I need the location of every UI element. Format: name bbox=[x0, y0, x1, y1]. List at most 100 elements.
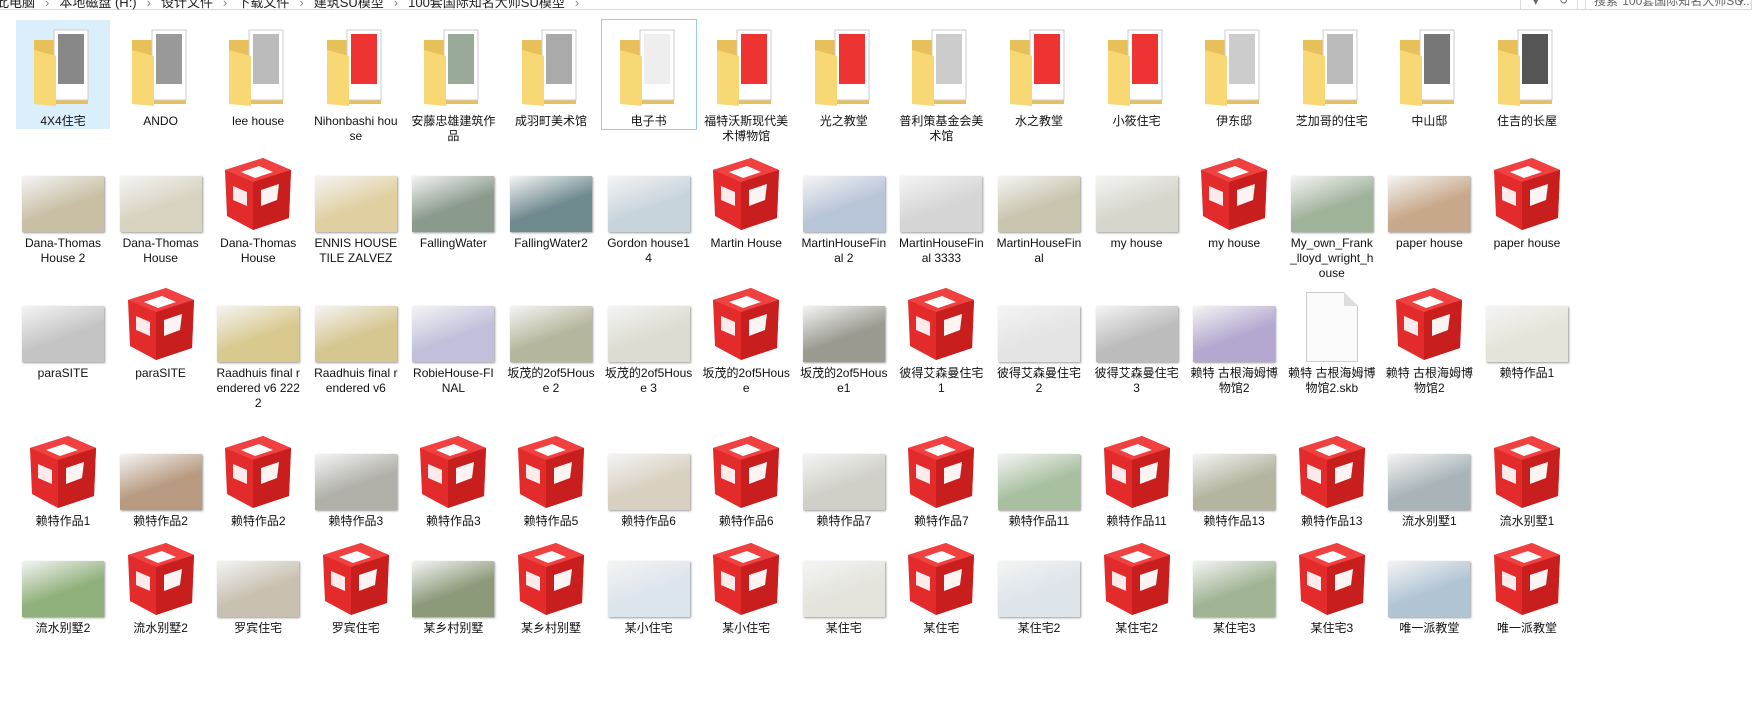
file-item[interactable]: 赖特作品1 bbox=[1480, 286, 1574, 381]
file-item[interactable]: 彼得艾森曼住宅2 bbox=[992, 286, 1086, 396]
file-item[interactable]: Gordon house14 bbox=[602, 166, 696, 266]
folder-item[interactable]: 安藤忠雄建筑作品 bbox=[406, 20, 500, 144]
sketchup-file-icon bbox=[504, 428, 598, 510]
file-item[interactable]: 流水别墅1 bbox=[1480, 428, 1574, 529]
file-item[interactable]: 某住宅2 bbox=[992, 535, 1086, 636]
file-item[interactable]: Dana-Thomas House 2 bbox=[16, 166, 110, 266]
folder-item[interactable]: 芝加哥的住宅 bbox=[1285, 20, 1379, 129]
file-item[interactable]: 某乡村别墅 bbox=[504, 535, 598, 636]
item-label: paper house bbox=[1396, 236, 1463, 250]
file-item[interactable]: MartinHouseFinal 2 bbox=[797, 166, 891, 266]
breadcrumb-separator-icon[interactable]: › bbox=[575, 0, 579, 10]
file-item[interactable]: 坂茂的2of5House1 bbox=[797, 286, 891, 396]
folder-item[interactable]: lee house bbox=[211, 20, 305, 129]
file-item[interactable]: 赖特 古根海姆博物馆2 bbox=[1187, 286, 1281, 396]
file-item[interactable]: 坂茂的2of5House bbox=[699, 286, 793, 396]
file-item[interactable]: 赖特作品11 bbox=[1090, 428, 1184, 529]
file-item[interactable]: My_own_Frank_lloyd_wright_house bbox=[1285, 166, 1379, 281]
file-item[interactable]: ENNIS HOUSE TILE ZALVEZ bbox=[309, 166, 403, 266]
breadcrumb-item[interactable]: 下载文件 bbox=[237, 0, 289, 10]
file-item[interactable]: 赖特作品2 bbox=[114, 428, 208, 529]
file-item[interactable]: 赖特作品7 bbox=[894, 428, 988, 529]
file-item[interactable]: 坂茂的2of5House 3 bbox=[602, 286, 696, 396]
refresh-icon[interactable]: ↻ bbox=[1559, 0, 1568, 7]
file-item[interactable]: Raadhuis final rendered v6 2222 bbox=[211, 286, 305, 411]
file-item[interactable]: MartinHouseFinal bbox=[992, 166, 1086, 266]
file-item[interactable]: 赖特作品2 bbox=[211, 428, 305, 529]
file-item[interactable]: 唯一派教堂 bbox=[1382, 535, 1476, 636]
folder-item[interactable]: ANDO bbox=[114, 20, 208, 129]
folder-item[interactable]: 普利策基金会美术馆 bbox=[894, 20, 988, 144]
file-item[interactable]: Dana-Thomas House bbox=[211, 158, 305, 266]
file-item[interactable]: FallingWater2 bbox=[504, 166, 598, 251]
breadcrumb-separator-icon[interactable]: › bbox=[223, 0, 227, 10]
file-item[interactable]: 某住宅 bbox=[894, 535, 988, 636]
file-item[interactable]: 罗宾住宅 bbox=[211, 535, 305, 636]
item-label: 彼得艾森曼住宅1 bbox=[899, 366, 984, 395]
file-item[interactable]: 某住宅 bbox=[797, 535, 891, 636]
breadcrumb-separator-icon[interactable]: › bbox=[45, 0, 49, 10]
file-item[interactable]: paraSITE bbox=[114, 286, 208, 381]
file-item[interactable]: 赖特作品6 bbox=[602, 428, 696, 529]
file-item[interactable]: 赖特作品13 bbox=[1285, 428, 1379, 529]
file-item[interactable]: 赖特作品13 bbox=[1187, 428, 1281, 529]
file-item[interactable]: 赖特作品5 bbox=[504, 428, 598, 529]
file-item[interactable]: 流水别墅2 bbox=[16, 535, 110, 636]
breadcrumb-separator-icon[interactable]: › bbox=[299, 0, 303, 10]
chevron-down-icon[interactable]: ▾ bbox=[1533, 0, 1539, 8]
file-item[interactable]: 某住宅3 bbox=[1187, 535, 1281, 636]
folder-item[interactable]: 福特沃斯现代美术博物馆 bbox=[699, 20, 793, 144]
breadcrumb-item[interactable]: 建筑SU模型 bbox=[314, 0, 384, 10]
file-item[interactable]: RobieHouse-FINAL bbox=[406, 286, 500, 396]
file-item[interactable]: my house bbox=[1090, 166, 1184, 251]
file-item[interactable]: 彼得艾森曼住宅3 bbox=[1090, 286, 1184, 396]
file-item[interactable]: 赖特 古根海姆博物馆2.skb bbox=[1285, 286, 1379, 396]
file-item[interactable]: 坂茂的2of5House 2 bbox=[504, 286, 598, 396]
file-item[interactable]: Martin House bbox=[699, 158, 793, 251]
folder-item[interactable]: 成羽町美术馆 bbox=[504, 20, 598, 129]
file-item[interactable]: 赖特作品3 bbox=[309, 428, 403, 529]
folder-item[interactable]: Nihonbashi house bbox=[309, 20, 403, 144]
breadcrumb[interactable]: 此电脑 › 本地磁盘 (H:) › 设计文件 › 下载文件 › 建筑SU模型 › 100套国际知名大… bbox=[0, 0, 589, 11]
folder-item[interactable]: 水之教堂 bbox=[992, 20, 1086, 129]
file-item[interactable]: 某住宅3 bbox=[1285, 535, 1379, 636]
breadcrumb-separator-icon[interactable]: › bbox=[394, 0, 398, 10]
file-item[interactable]: 彼得艾森曼住宅1 bbox=[894, 286, 988, 396]
folder-item[interactable]: 4X4住宅 bbox=[16, 20, 110, 129]
file-item[interactable]: Raadhuis final rendered v6 bbox=[309, 286, 403, 396]
file-item[interactable]: Dana-Thomas House bbox=[114, 166, 208, 266]
search-input[interactable]: 搜索"100套国际知名大师SU... ⚲ bbox=[1585, 0, 1752, 10]
folder-item[interactable]: 住吉的长屋 bbox=[1480, 20, 1574, 129]
file-item[interactable]: 赖特作品11 bbox=[992, 428, 1086, 529]
file-item[interactable]: 唯一派教堂 bbox=[1480, 535, 1574, 636]
file-item[interactable]: 某乡村别墅 bbox=[406, 535, 500, 636]
file-item[interactable]: 赖特作品6 bbox=[699, 428, 793, 529]
file-item[interactable]: paraSITE bbox=[16, 286, 110, 381]
folder-item[interactable]: 中山邸 bbox=[1382, 20, 1476, 129]
file-item[interactable]: my house bbox=[1187, 158, 1281, 251]
breadcrumb-item[interactable]: 此电脑 bbox=[0, 0, 35, 10]
folder-item[interactable]: 光之教堂 bbox=[797, 20, 891, 129]
breadcrumb-item[interactable]: 设计文件 bbox=[161, 0, 213, 10]
breadcrumb-item[interactable]: 本地磁盘 (H:) bbox=[59, 0, 136, 10]
breadcrumb-item[interactable]: 100套国际知名大师SU模型 bbox=[408, 0, 565, 10]
file-item[interactable]: paper house bbox=[1382, 166, 1476, 251]
file-item[interactable]: 赖特作品3 bbox=[406, 428, 500, 529]
folder-item[interactable]: 小筱住宅 bbox=[1090, 20, 1184, 129]
file-item[interactable]: 赖特作品7 bbox=[797, 428, 891, 529]
file-item[interactable]: 罗宾住宅 bbox=[309, 535, 403, 636]
file-item[interactable]: FallingWater bbox=[406, 166, 500, 251]
folder-item[interactable]: 电子书 bbox=[600, 19, 697, 130]
file-item[interactable]: 某小住宅 bbox=[699, 535, 793, 636]
file-item[interactable]: 流水别墅1 bbox=[1382, 428, 1476, 529]
file-item[interactable]: 流水别墅2 bbox=[114, 535, 208, 636]
folder-item[interactable]: 伊东邸 bbox=[1187, 20, 1281, 129]
file-item[interactable]: paper house bbox=[1480, 158, 1574, 251]
address-controls[interactable]: ▾ ↻ bbox=[1520, 0, 1578, 10]
file-item[interactable]: 赖特作品1 bbox=[16, 428, 110, 529]
file-item[interactable]: 赖特 古根海姆博物馆2 bbox=[1382, 286, 1476, 396]
file-item[interactable]: MartinHouseFinal 3333 bbox=[894, 166, 988, 266]
breadcrumb-separator-icon[interactable]: › bbox=[147, 0, 151, 10]
file-item[interactable]: 某住宅2 bbox=[1090, 535, 1184, 636]
file-item[interactable]: 某小住宅 bbox=[602, 535, 696, 636]
